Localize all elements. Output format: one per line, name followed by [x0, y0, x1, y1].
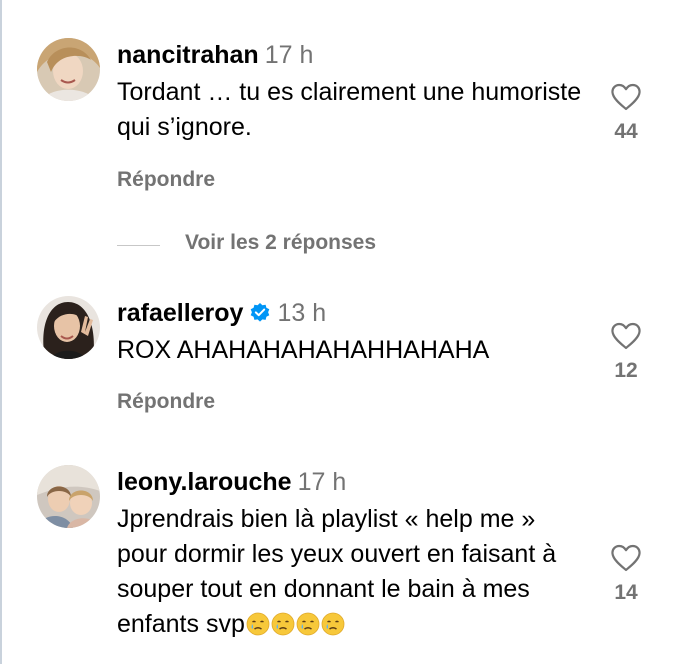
comment-header: leony.larouche 17 h	[117, 467, 346, 497]
username[interactable]: leony.larouche	[117, 468, 292, 496]
crying-face-icon	[321, 612, 345, 636]
reply-button[interactable]: Répondre	[117, 390, 215, 414]
verified-badge-icon	[251, 303, 270, 322]
timestamp[interactable]: 17 h	[298, 468, 347, 496]
username[interactable]: nancitrahan	[117, 41, 259, 69]
heart-icon[interactable]	[610, 544, 642, 572]
heart-icon[interactable]	[610, 83, 642, 111]
like-count: 44	[614, 120, 638, 143]
like-count: 14	[614, 581, 638, 604]
window-edge	[0, 0, 2, 664]
comment-text: ROX AHAHAHAHAHAHHAHAHA	[117, 336, 490, 364]
avatar[interactable]	[37, 296, 100, 359]
reply-button[interactable]: Répondre	[117, 168, 215, 192]
comment-header: rafaelleroy 13 h	[117, 298, 326, 328]
username[interactable]: rafaelleroy	[117, 299, 243, 327]
like-control: 44	[600, 83, 652, 144]
like-count: 12	[614, 359, 638, 382]
heart-icon[interactable]	[610, 322, 642, 350]
avatar[interactable]	[37, 465, 100, 528]
comment-text: Tordant … tu es clairement une humoriste…	[117, 78, 582, 141]
view-replies-label: Voir les 2 réponses	[185, 231, 377, 254]
like-control: 12	[600, 322, 652, 383]
like-control: 14	[600, 544, 652, 605]
comment-text: Jprendrais bien là playlist « help me » …	[117, 502, 592, 642]
timestamp[interactable]: 17 h	[265, 41, 314, 69]
divider-line	[117, 245, 160, 246]
crying-face-icon	[246, 612, 270, 636]
timestamp[interactable]: 13 h	[277, 299, 326, 327]
crying-face-icon	[271, 612, 295, 636]
avatar[interactable]	[37, 38, 100, 101]
comment-header: nancitrahan 17 h	[117, 40, 313, 70]
crying-face-icon	[296, 612, 320, 636]
emoji-group	[245, 610, 345, 638]
